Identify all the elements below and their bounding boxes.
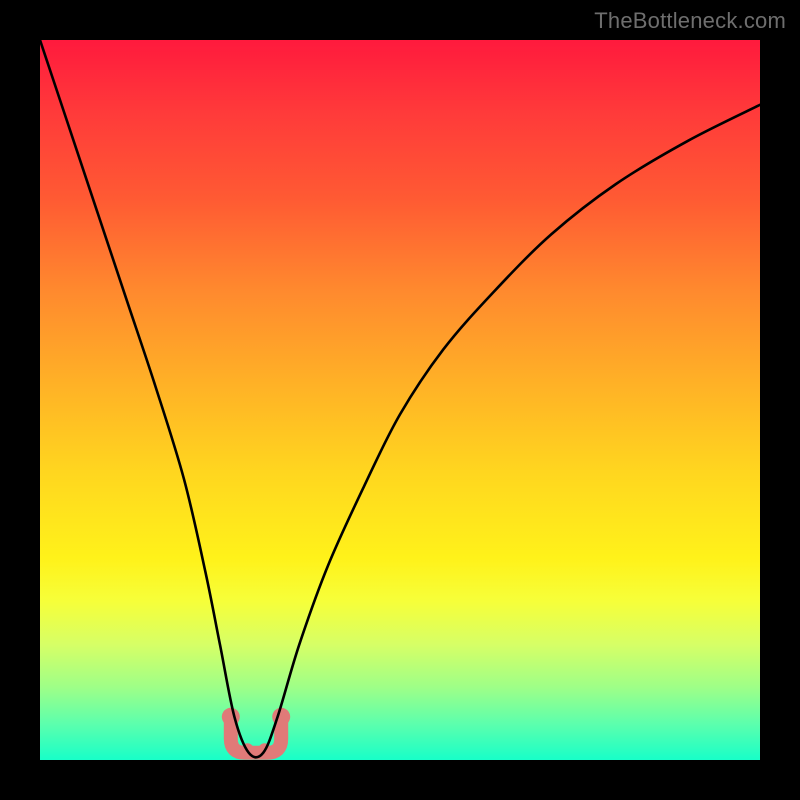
bottleneck-curve bbox=[40, 40, 760, 757]
watermark-text: TheBottleneck.com bbox=[594, 8, 786, 34]
chart-svg bbox=[40, 40, 760, 760]
sweet-spot-bracket bbox=[222, 708, 290, 757]
plot-area bbox=[40, 40, 760, 760]
chart-frame: TheBottleneck.com bbox=[0, 0, 800, 800]
